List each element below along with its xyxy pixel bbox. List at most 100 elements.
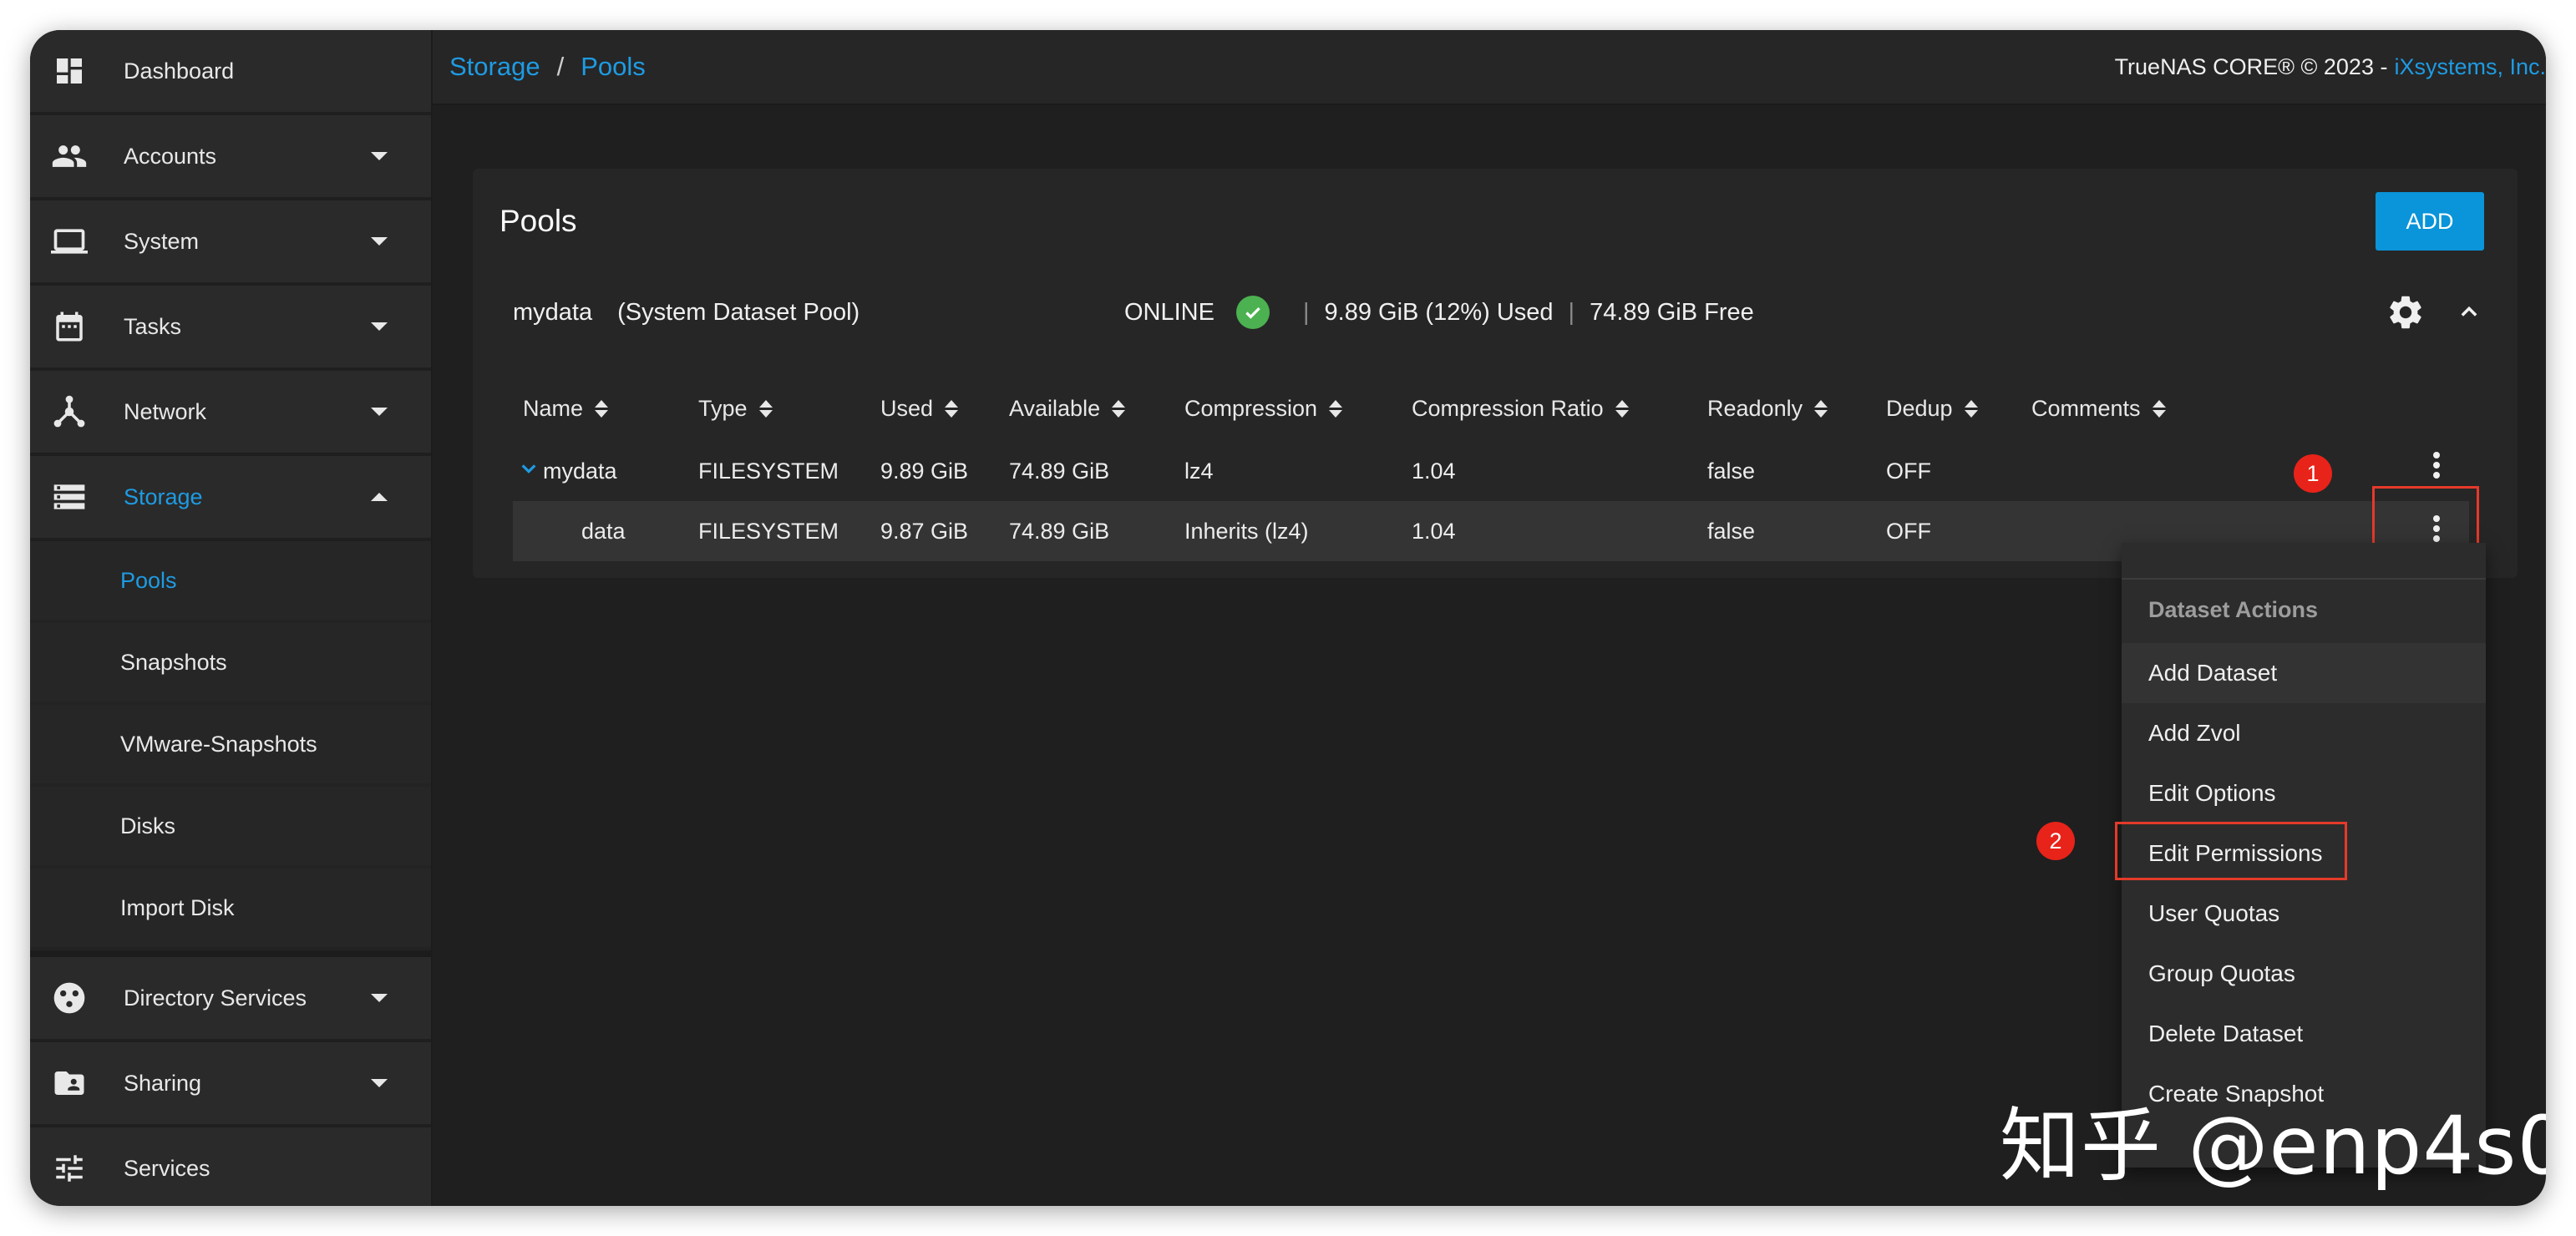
sort-icon [595,399,609,418]
cell-name: mydata [543,458,617,484]
column-header-name[interactable]: Name [523,396,609,422]
sidebar-item-services[interactable]: Services [30,1127,431,1206]
sidebar-subitem-disks[interactable]: Disks [30,787,431,869]
sidebar-item-label: Sharing [124,1070,202,1096]
cell-name: data [581,519,626,544]
menu-item-group-quotas[interactable]: Group Quotas [2122,944,2486,1004]
chevron-up-icon[interactable] [2457,301,2481,324]
menu-item-user-quotas[interactable]: User Quotas [2122,884,2486,944]
divider [30,950,431,957]
cell-compression-ratio: 1.04 [1412,458,1456,484]
column-label: Compression [1184,396,1318,421]
sort-icon [2152,399,2166,418]
column-label: Compression Ratio [1412,396,1604,421]
menu-header: Dataset Actions [2122,578,2486,640]
column-header-compression-ratio[interactable]: Compression Ratio [1412,396,1629,422]
column-header-dedup[interactable]: Dedup [1886,396,1978,422]
pool-name: mydata (System Dataset Pool) [513,299,860,327]
breadcrumb: Storage / Pools [449,30,646,104]
column-header-readonly[interactable]: Readonly [1707,396,1828,422]
calendar-icon [50,307,89,346]
sidebar-item-label: Dashboard [124,58,235,84]
sort-icon [758,399,773,418]
caret-down-icon [371,1079,388,1087]
sidebar-item-label: Services [124,1155,210,1181]
sidebar-item-storage[interactable]: Storage [30,456,431,541]
storage-icon [50,478,89,516]
cell-compression: lz4 [1184,458,1214,484]
breadcrumb-storage[interactable]: Storage [449,52,540,82]
sidebar-item-label: Directory Services [124,985,307,1011]
column-label: Name [523,396,584,421]
gear-icon[interactable] [2386,292,2426,332]
column-label: Used [880,396,934,421]
cell-used: 9.87 GiB [880,519,969,544]
separator: | [1568,298,1575,326]
ixsystems-link[interactable]: iXsystems, Inc. [2394,54,2546,80]
caret-down-icon [371,994,388,1002]
caret-down-icon [371,237,388,246]
copyright: TrueNAS CORE® © 2023 - iXsystems, Inc. [2115,30,2546,104]
table-header: Name Type Used Available Compression Com… [513,388,2469,429]
column-header-type[interactable]: Type [698,396,773,422]
sidebar-subitem-vmware-snapshots[interactable]: VMware-Snapshots [30,705,431,787]
highlight-box [2372,486,2479,546]
expand-chevron-icon[interactable] [520,458,538,484]
sidebar-item-sharing[interactable]: Sharing [30,1042,431,1127]
column-label: Available [1009,396,1101,421]
column-header-comments[interactable]: Comments [2031,396,2166,422]
directory-services-icon [50,979,89,1017]
caret-up-icon [371,493,388,501]
sort-icon [1615,399,1629,418]
menu-item-add-zvol[interactable]: Add Zvol [2122,703,2486,763]
pool-header: mydata (System Dataset Pool) ONLINE | 9.8… [473,271,2518,364]
sidebar-item-network[interactable]: Network [30,371,431,456]
sort-icon [1329,399,1343,418]
column-label: Readonly [1707,396,1803,421]
sidebar-item-tasks[interactable]: Tasks [30,286,431,371]
truenas-window: Dashboard Accounts System Tasks Network … [30,30,2546,1206]
sidebar-item-system[interactable]: System [30,200,431,286]
network-icon [50,393,89,431]
caret-down-icon [371,408,388,416]
pools-card: Pools ADD mydata (System Dataset Pool) ON… [473,169,2518,578]
sidebar-subitem-import-disk[interactable]: Import Disk [30,869,431,950]
more-vert-icon[interactable] [2432,449,2441,483]
column-label: Comments [2031,396,2141,421]
cell-available: 74.89 GiB [1009,519,1110,544]
watermark: 知乎 @enp4s0 [2000,1099,2546,1193]
add-pool-button[interactable]: ADD [2376,192,2484,251]
cell-dedup: OFF [1886,519,1931,544]
pool-note: (System Dataset Pool) [617,299,860,326]
menu-item-delete-dataset[interactable]: Delete Dataset [2122,1004,2486,1064]
sidebar-subitem-pools[interactable]: Pools [30,541,431,623]
sidebar-item-accounts[interactable]: Accounts [30,115,431,200]
sort-icon [1112,399,1126,418]
sidebar-item-dashboard[interactable]: Dashboard [30,30,431,115]
sidebar-item-label: Storage [124,484,203,509]
step-badge: 1 [2294,454,2332,493]
sidebar-item-label: System [124,228,200,254]
laptop-icon [50,222,89,261]
menu-item-edit-options[interactable]: Edit Options [2122,763,2486,823]
pool-status: ONLINE | 9.89 GiB (12%) Used | 74.89 GiB… [1124,296,1754,329]
breadcrumb-pools[interactable]: Pools [581,52,646,82]
status-text: ONLINE [1124,298,1214,326]
table-row[interactable]: mydata FILESYSTEM 9.89 GiB 74.89 GiB lz4… [513,441,2469,501]
page-title: Pools [499,204,577,238]
sidebar-subitem-snapshots[interactable]: Snapshots [30,623,431,705]
check-circle-icon [1235,296,1270,329]
column-header-compression[interactable]: Compression [1184,396,1343,422]
column-header-used[interactable]: Used [880,396,959,422]
sidebar-item-label: Network [124,398,207,424]
sort-icon [1964,399,1978,418]
sidebar-item-directory-services[interactable]: Directory Services [30,957,431,1042]
dashboard-icon [50,52,89,90]
sort-icon [945,399,959,418]
menu-item-add-dataset[interactable]: Add Dataset [2122,643,2486,703]
top-bar: Storage / Pools TrueNAS CORE® © 2023 - i… [433,30,2546,105]
sidebar-item-label: Accounts [124,143,217,169]
cell-dedup: OFF [1886,458,1931,484]
highlight-box [2115,822,2347,880]
column-header-available[interactable]: Available [1009,396,1126,422]
